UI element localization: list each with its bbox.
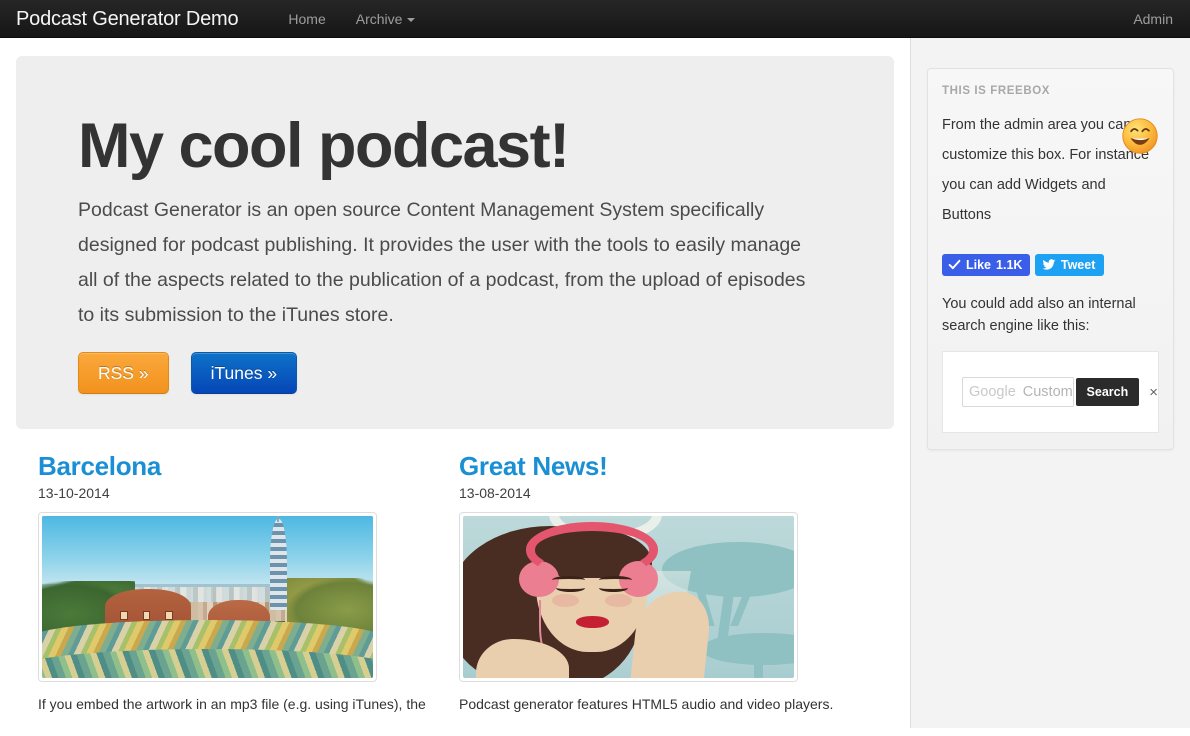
nav-item-home-label: Home xyxy=(288,10,326,27)
episode-date: 13-08-2014 xyxy=(459,485,531,501)
main-content-column: My cool podcast! Podcast Generator is an… xyxy=(0,38,910,736)
search-input[interactable]: Google Custom Se xyxy=(962,377,1074,407)
google-custom-search-widget: Google Custom Se Search × xyxy=(942,351,1159,433)
top-navbar: Podcast Generator Demo Home Archive Admi… xyxy=(0,0,1190,38)
hero-jumbotron: My cool podcast! Podcast Generator is an… xyxy=(16,56,894,429)
itunes-button[interactable]: iTunes » xyxy=(190,352,298,395)
search-button[interactable]: Search xyxy=(1075,378,1140,406)
twitter-tweet-label: Tweet xyxy=(1060,258,1096,272)
clear-search-icon[interactable]: × xyxy=(1149,384,1158,401)
brand-link[interactable]: Podcast Generator Demo xyxy=(0,0,253,38)
episode-description: If you embed the artwork in an mp3 file … xyxy=(38,696,426,712)
nav-item-admin[interactable]: Admin xyxy=(1118,11,1190,27)
rss-button[interactable]: RSS » xyxy=(78,352,169,395)
facebook-like-label: Like xyxy=(966,257,992,272)
search-input-placeholder: Custom Se xyxy=(1022,384,1073,400)
chevron-down-icon xyxy=(407,17,416,22)
woman-with-headphones-illustration xyxy=(463,516,794,678)
check-icon xyxy=(948,259,961,270)
episode-item: Great News! 13-08-2014 Podcast generator… xyxy=(437,451,858,714)
episode-artwork-thumbnail[interactable] xyxy=(459,512,798,682)
nav-item-archive[interactable]: Archive xyxy=(341,0,431,38)
episode-item: Barcelona 13-10-2014 If you embed the ar… xyxy=(16,451,437,714)
twitter-tweet-button[interactable]: Tweet xyxy=(1034,254,1105,276)
episode-title-link[interactable]: Great News! xyxy=(459,451,858,481)
page-container: My cool podcast! Podcast Generator is an… xyxy=(0,38,1190,736)
freebox-widget: THIS IS FREEBOX From the admin area you … xyxy=(927,68,1174,450)
twitter-bird-icon xyxy=(1042,259,1056,270)
nav-item-home[interactable]: Home xyxy=(273,0,340,38)
facebook-like-button[interactable]: Like 1.1K xyxy=(942,253,1031,276)
social-button-group: Like 1.1K Tweet xyxy=(942,247,1159,276)
facebook-like-count: 1.1K xyxy=(996,257,1023,272)
episode-date: 13-10-2014 xyxy=(38,485,110,501)
search-note-text: You could add also an internal search en… xyxy=(942,296,1136,334)
episode-title-link[interactable]: Barcelona xyxy=(38,451,437,481)
secondary-nav: Admin xyxy=(1118,0,1190,38)
google-brand-label: Google xyxy=(969,384,1016,400)
freebox-title: THIS IS FREEBOX xyxy=(942,85,1051,97)
hero-description: Podcast Generator is an open source Cont… xyxy=(78,199,806,327)
hero-button-group: RSS » iTunes » xyxy=(78,352,834,395)
page-title: My cool podcast! xyxy=(78,111,570,181)
episode-artwork-thumbnail[interactable] xyxy=(38,512,377,682)
primary-nav: Home Archive xyxy=(273,0,430,38)
episode-list: Barcelona 13-10-2014 If you embed the ar… xyxy=(16,451,894,714)
barcelona-park-guell-photo xyxy=(42,516,373,678)
episode-description: Podcast generator features HTML5 audio a… xyxy=(459,696,834,712)
nav-item-archive-label: Archive xyxy=(355,10,403,27)
grinning-face-emoji xyxy=(1122,118,1158,154)
sidebar-column: THIS IS FREEBOX From the admin area you … xyxy=(910,38,1190,728)
